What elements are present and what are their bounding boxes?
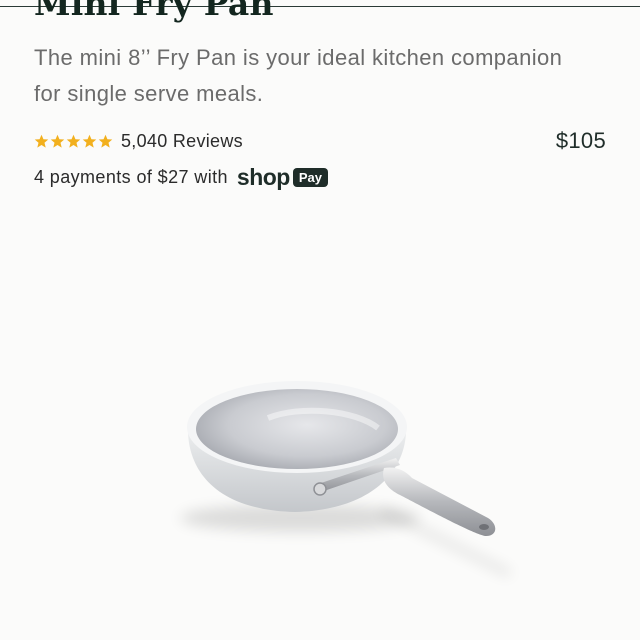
reviews-link[interactable]: 5,040 Reviews [121,131,243,152]
fry-pan-image [180,381,512,578]
star-icon [50,134,65,148]
product-title: Mini Fry Pan [34,0,274,23]
product-price: $105 [555,128,606,153]
installments-text: 4 payments of $27 with [34,166,228,187]
star-icon [98,134,113,148]
rating-summary[interactable]: 5,040 Reviews [34,128,243,154]
shop-pay-wordmark: shop [236,163,290,190]
star-icon [66,134,81,148]
product-description: The mini 8’’ Fry Pan is your ideal kitch… [34,45,563,106]
shop-pay-logo[interactable]: shop Pay [236,163,329,190]
pay-badge: Pay [292,167,329,187]
star-icon [34,134,49,148]
star-rating [34,134,113,149]
installments-info: 4 payments of $27 with shop Pay [34,163,329,190]
star-icon [82,134,97,148]
